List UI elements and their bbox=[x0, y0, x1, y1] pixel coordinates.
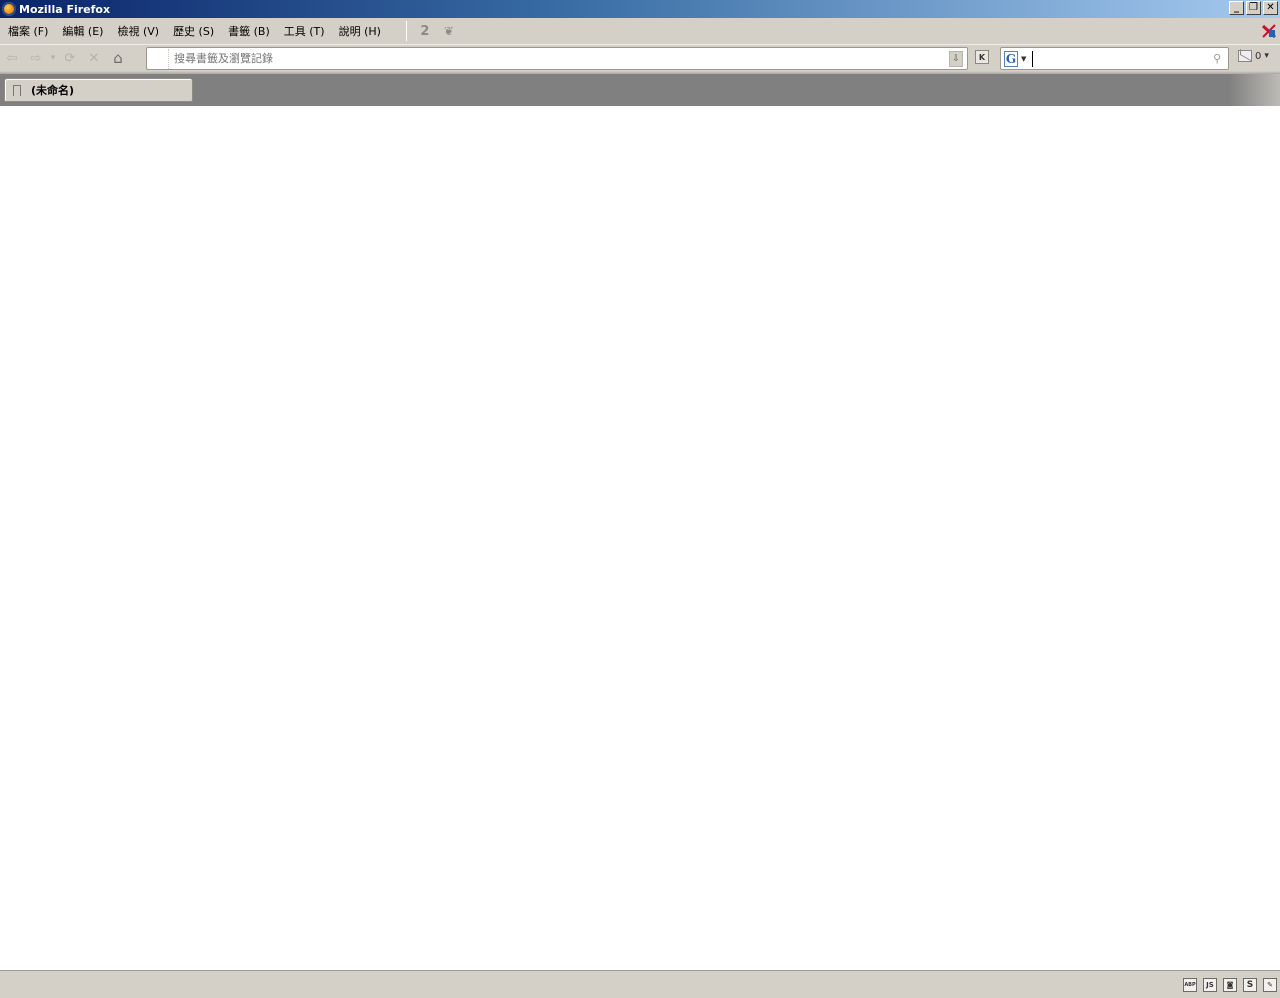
navigation-toolbar: ⇦ ⇨ ▾ ⟳ ✕ ⌂ ⇩ K G ▼ ⚲ 0 ▾ bbox=[0, 45, 1280, 71]
puzzle-icon[interactable]: ✎ bbox=[1263, 977, 1277, 992]
reload-button[interactable]: ⟳ bbox=[58, 47, 82, 69]
home-button[interactable]: ⌂ bbox=[106, 47, 130, 69]
camera-icon[interactable]: ◙ bbox=[1223, 977, 1237, 992]
tab-strip: (未命名) bbox=[0, 74, 1280, 106]
js-icon[interactable]: JS bbox=[1203, 977, 1217, 992]
two-icon[interactable]: 2 bbox=[416, 22, 434, 40]
menu-view[interactable]: 檢視 (V) bbox=[110, 21, 166, 41]
title-bar: Mozilla Firefox _ ❐ ✕ bbox=[0, 0, 1280, 18]
search-input[interactable] bbox=[1032, 50, 1211, 67]
menu-bookmarks[interactable]: 書籤 (B) bbox=[221, 21, 277, 41]
status-bar: ABP JS ◙ S ✎ bbox=[0, 970, 1280, 998]
stop-button[interactable]: ✕ bbox=[82, 47, 106, 69]
url-bar[interactable]: ⇩ bbox=[146, 47, 968, 70]
url-input[interactable] bbox=[169, 49, 949, 68]
mail-count: 0 bbox=[1255, 50, 1262, 62]
mail-icon bbox=[1238, 50, 1252, 62]
google-engine-icon[interactable]: G bbox=[1004, 50, 1018, 67]
bookmark-page-icon bbox=[13, 84, 21, 96]
tab-label: (未命名) bbox=[31, 84, 75, 97]
engine-dropdown-icon[interactable]: ▼ bbox=[1021, 55, 1026, 63]
search-go-icon[interactable]: ⚲ bbox=[1210, 51, 1224, 67]
site-identity-icon[interactable] bbox=[147, 48, 169, 69]
addon-corner-icon[interactable] bbox=[1262, 24, 1276, 38]
window-title: Mozilla Firefox bbox=[19, 2, 111, 16]
close-button[interactable]: ✕ bbox=[1263, 1, 1278, 15]
menu-history[interactable]: 歷史 (S) bbox=[166, 21, 221, 41]
page-content[interactable] bbox=[0, 106, 1280, 970]
restore-button[interactable]: ❐ bbox=[1246, 1, 1261, 15]
history-dropdown-icon[interactable]: ▾ bbox=[48, 47, 58, 69]
menu-bar: 檔案 (F) 編輯 (E) 檢視 (V) 歷史 (S) 書籤 (B) 工具 (T… bbox=[0, 18, 1280, 45]
mail-notifier[interactable]: 0 ▾ bbox=[1238, 50, 1269, 62]
s-icon[interactable]: S bbox=[1243, 977, 1257, 992]
menu-separator bbox=[405, 21, 407, 41]
menu-tools[interactable]: 工具 (T) bbox=[277, 21, 332, 41]
menu-edit[interactable]: 編輯 (E) bbox=[55, 21, 110, 41]
k-extension-button[interactable]: K bbox=[975, 50, 989, 64]
adblock-icon[interactable]: ABP bbox=[1183, 977, 1197, 992]
menu-file[interactable]: 檔案 (F) bbox=[1, 21, 55, 41]
url-dropdown-icon[interactable]: ⇩ bbox=[949, 50, 963, 67]
mail-dropdown-icon[interactable]: ▾ bbox=[1264, 51, 1269, 61]
minimize-button[interactable]: _ bbox=[1229, 1, 1244, 15]
tab-untitled[interactable]: (未命名) bbox=[4, 78, 193, 102]
leaf-icon[interactable]: ❦ bbox=[440, 22, 458, 40]
menu-help[interactable]: 說明 (H) bbox=[332, 21, 388, 41]
window-controls: _ ❐ ✕ bbox=[1229, 1, 1278, 15]
forward-button[interactable]: ⇨ bbox=[24, 47, 48, 69]
back-button[interactable]: ⇦ bbox=[0, 47, 24, 69]
search-bar[interactable]: G ▼ ⚲ bbox=[1000, 47, 1229, 70]
firefox-logo-icon bbox=[2, 2, 16, 16]
